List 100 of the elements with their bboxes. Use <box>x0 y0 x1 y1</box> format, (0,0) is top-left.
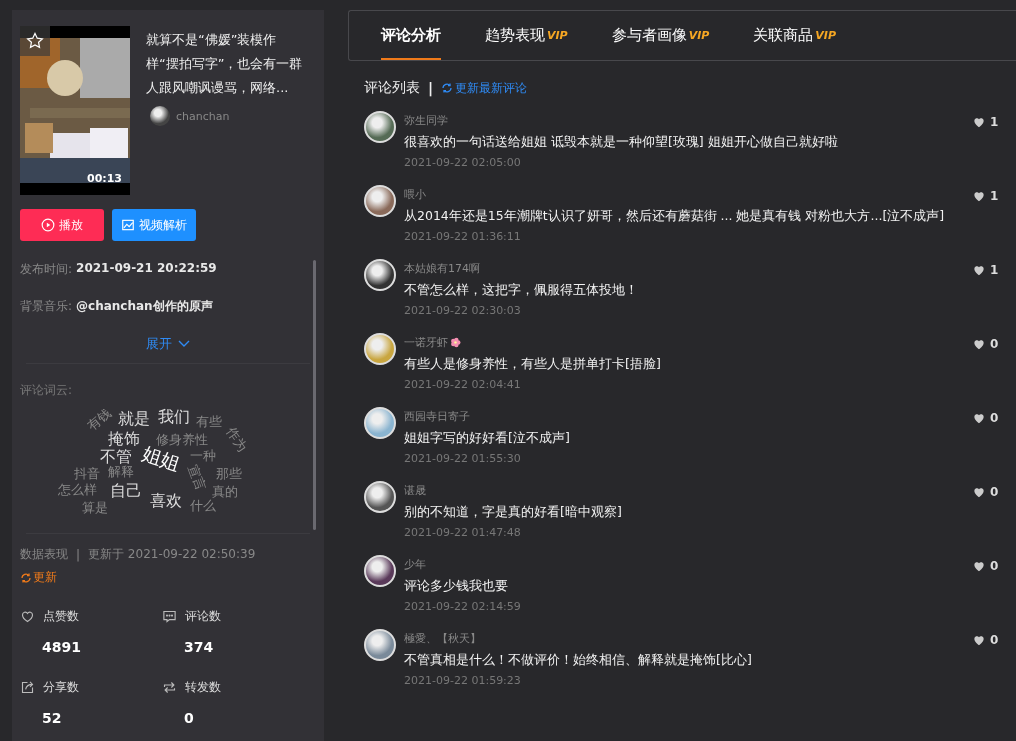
vip-label: VIP <box>815 29 836 42</box>
heart-icon <box>20 609 35 624</box>
comment-text: 别的不知道，字是真的好看[暗中观察] <box>404 503 623 521</box>
stat-value: 52 <box>41 710 63 726</box>
user-avatar <box>364 111 396 143</box>
author-name: chanchan <box>176 109 230 123</box>
stat-label: 转发数 <box>185 679 221 696</box>
info-value: 2021-09-21 20:22:59 <box>76 261 217 277</box>
user-avatar <box>364 185 396 217</box>
comment-text: 有些人是修身养性，有些人是拼单打卡[捂脸] <box>404 355 662 373</box>
comment-text: 不管怎么样，这把字，佩服得五体投地！ <box>404 281 639 299</box>
cloud-word: 解释 <box>108 465 134 478</box>
cloud-word: 抖音 <box>74 467 100 480</box>
info-label: 发布时间: <box>20 261 73 278</box>
separator: | <box>428 80 434 96</box>
tab[interactable]: 评论分析 <box>381 11 441 60</box>
comment-time: 2021-09-22 02:30:03 <box>404 304 522 317</box>
separator: | <box>76 547 81 562</box>
cloud-word: 自己 <box>110 483 142 499</box>
comment-time: 2021-09-22 01:36:11 <box>404 230 522 243</box>
user-avatar <box>364 259 396 291</box>
cloud-word: 宣言 <box>186 463 208 492</box>
cloud-word: 算是 <box>82 501 108 514</box>
cloud-word: 掩饰 <box>108 431 140 447</box>
user-name: 極愛、【秋天】 <box>404 631 481 646</box>
heart-icon <box>972 263 986 277</box>
tab[interactable]: 趋势表现 VIP <box>485 11 568 60</box>
heart-icon <box>972 633 986 647</box>
tab-label: 评论分析 <box>381 26 441 45</box>
comment-time: 2021-09-22 01:55:30 <box>404 452 522 465</box>
cloud-word: 不管 <box>100 449 132 465</box>
vip-label: VIP <box>688 29 710 42</box>
favorite-button[interactable] <box>20 26 50 56</box>
comment-text: 不管真相是什么！不做评价！始终相信、解释就是掩饰[比心] <box>404 651 753 669</box>
stat-label: 点赞数 <box>43 608 79 625</box>
like-count: 1 <box>990 263 999 277</box>
comment-text: 很喜欢的一句话送给姐姐 诋毁本就是一种仰望[玫瑰] 姐姐开心做自己就好啦 <box>404 133 839 151</box>
comment-text: 姐姐字写的好好看[泣不成声] <box>404 429 571 447</box>
expand-button[interactable]: 展开 <box>142 333 194 355</box>
like-count: 0 <box>990 411 999 425</box>
scrollbar[interactable] <box>313 260 316 530</box>
video-title: 就算不是“佛媛”装模作样“摆拍写字”，也会有一群人跟风嘲讽谩骂，网络... <box>146 31 304 97</box>
user-avatar <box>364 407 396 439</box>
user-avatar <box>364 333 396 365</box>
heart-icon <box>972 337 986 351</box>
refresh-icon <box>441 82 454 94</box>
play-button[interactable]: 播放 <box>20 209 104 241</box>
comment-time: 2021-09-22 02:14:59 <box>404 600 522 613</box>
cloud-word: 真的 <box>212 485 238 498</box>
refresh-button[interactable]: 更新 <box>20 569 57 586</box>
cloud-word: 我们 <box>158 409 190 425</box>
user-avatar <box>364 555 396 587</box>
heart-icon <box>972 411 986 425</box>
cloud-word: 那些 <box>216 467 242 480</box>
cloud-word: 有些 <box>196 415 222 428</box>
like-count: 1 <box>990 115 999 129</box>
user-avatar <box>364 629 396 661</box>
chart-icon <box>121 218 135 232</box>
like-count: 0 <box>990 485 999 499</box>
info-label: 背景音乐: <box>20 298 73 315</box>
user-avatar <box>364 481 396 513</box>
section-title: 数据表现 <box>20 546 68 563</box>
author-avatar <box>150 106 170 126</box>
video-analysis-button[interactable]: 视频解析 <box>112 209 196 241</box>
like-count: 0 <box>990 559 999 573</box>
heart-icon <box>972 559 986 573</box>
comment-time: 2021-09-22 01:47:48 <box>404 526 522 539</box>
stat-label: 评论数 <box>185 608 221 625</box>
cloud-word: 喜欢 <box>150 493 182 509</box>
heart-icon <box>972 485 986 499</box>
like-count: 0 <box>990 337 999 351</box>
stat-value: 0 <box>183 710 195 726</box>
section-label: 评论词云: <box>20 382 74 399</box>
cloud-word: 修身养性 <box>156 433 208 446</box>
cloud-word: 作为 <box>224 425 250 454</box>
comment-time: 2021-09-22 02:05:00 <box>404 156 522 169</box>
heart-icon <box>972 115 986 129</box>
user-name: 一诺牙虾 <box>404 335 448 350</box>
user-name: 西园寺日寄子 <box>404 409 470 424</box>
user-name: 喂小 <box>404 187 426 202</box>
user-name: 本姑娘有174啊 <box>404 261 480 276</box>
tab-label: 关联商品 <box>753 26 814 45</box>
list-title: 评论列表 <box>364 79 420 97</box>
stat-value: 4891 <box>41 639 82 655</box>
stat-value: 374 <box>183 639 215 655</box>
tab-label: 趋势表现 <box>485 26 545 45</box>
cloud-word: 什么 <box>190 499 216 512</box>
info-value: @chanchan创作的原声 <box>76 298 213 315</box>
star-icon <box>25 31 45 51</box>
video-duration: 00:13 <box>87 172 122 185</box>
comment-time: 2021-09-22 02:04:41 <box>404 378 522 391</box>
share-icon <box>20 680 35 695</box>
cloud-word: 怎么样 <box>58 483 97 496</box>
like-count: 0 <box>990 633 999 647</box>
refresh-comments-link[interactable]: 更新最新评论 <box>441 79 528 97</box>
heart-icon <box>972 189 986 203</box>
tab[interactable]: 参与者画像 VIP <box>611 11 710 60</box>
comment-text: 从2014年还是15年潮牌t认识了妍哥，然后还有蘑菇街 ... 她是真有钱 对粉也大方...[泣不成声] <box>404 207 946 225</box>
refresh-icon <box>20 571 32 584</box>
tab[interactable]: 关联商品 VIP <box>753 11 836 60</box>
